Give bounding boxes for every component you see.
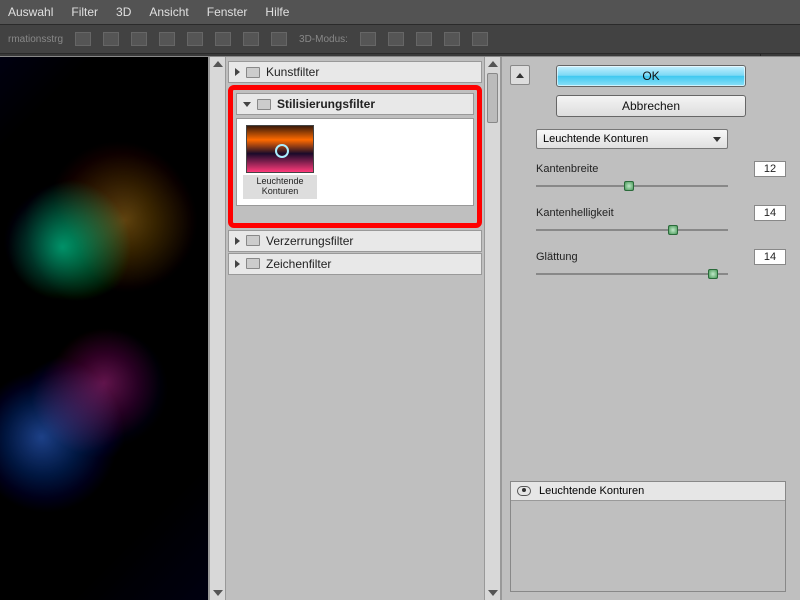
slider-glaettung: Glättung 14 [536,249,786,265]
menu-bar: Auswahl Filter 3D Ansicht Fenster Hilfe [0,0,800,24]
category-label: Zeichenfilter [266,257,331,271]
category-stilisierungsfilter[interactable]: Stilisierungsfilter [236,93,474,115]
menu-fenster[interactable]: Fenster [207,5,248,19]
expand-icon [235,68,240,76]
toolbar-icon[interactable] [360,32,376,46]
category-verzerrungsfilter[interactable]: Verzerrungsfilter [228,230,482,252]
folder-icon [246,235,260,246]
category-label: Verzerrungsfilter [266,234,353,248]
toolbar-icon[interactable] [159,32,175,46]
filter-list-pane: Kunstfilter Stilisierungsfilter Leuchten… [210,57,500,600]
slider-track-glaettung[interactable] [536,269,728,279]
filter-thumbnail-image [246,125,314,173]
toolbar-icon[interactable] [416,32,432,46]
cancel-button[interactable]: Abbrechen [556,95,746,117]
toolbar-icon[interactable] [103,32,119,46]
applied-filter-row[interactable]: Leuchtende Konturen [511,482,785,501]
toolbar-icon[interactable] [472,32,488,46]
slider-label: Glättung [536,251,578,263]
filter-leuchtende-konturen[interactable]: LeuchtendeKonturen [243,125,317,199]
folder-icon [257,99,271,110]
toolbar-icon[interactable] [187,32,203,46]
folder-icon [246,258,260,269]
slider-value-input[interactable]: 14 [754,249,786,265]
category-label: Stilisierungsfilter [277,97,375,111]
toolbar-icon[interactable] [243,32,259,46]
menu-3d[interactable]: 3D [116,5,131,19]
ok-button[interactable]: OK [556,65,746,87]
slider-knob[interactable] [708,269,718,279]
preview-image [0,57,208,600]
slider-track-kantenbreite[interactable] [536,181,728,191]
filter-select-dropdown[interactable]: Leuchtende Konturen [536,129,728,149]
toolbar-label: rmationsstrg [8,34,63,45]
slider-track-kantenhelligkeit[interactable] [536,225,728,235]
category-kunstfilter[interactable]: Kunstfilter [228,61,482,83]
toolbar-3d-label: 3D-Modus: [299,34,348,45]
slider-value-input[interactable]: 12 [754,161,786,177]
applied-filters-empty [511,501,785,591]
filter-thumbnail-label: LeuchtendeKonturen [243,175,317,199]
filter-thumbnails: LeuchtendeKonturen [236,118,474,206]
collapse-icon [243,102,251,107]
toolbar-icon[interactable] [444,32,460,46]
menu-auswahl[interactable]: Auswahl [8,5,53,19]
dropdown-selected: Leuchtende Konturen [543,133,648,145]
toolbar-icon[interactable] [131,32,147,46]
settings-pane: OK Abbrechen Leuchtende Konturen Kantenb… [500,57,800,600]
tutorial-highlight: Stilisierungsfilter LeuchtendeKonturen S… [228,85,482,228]
slider-kantenhelligkeit: Kantenhelligkeit 14 [536,205,786,221]
slider-knob[interactable] [668,225,678,235]
menu-filter[interactable]: Filter [71,5,98,19]
chevron-down-icon [713,137,721,142]
visibility-eye-icon[interactable] [517,486,531,496]
scrollbar[interactable] [484,57,500,600]
category-label: Kunstfilter [266,65,319,79]
toolbar-icon[interactable] [388,32,404,46]
slider-label: Kantenbreite [536,163,598,175]
slider-kantenbreite: Kantenbreite 12 [536,161,786,177]
options-bar: rmationsstrg 3D-Modus: [0,24,800,54]
slider-knob[interactable] [624,181,634,191]
preview-pane[interactable] [0,57,210,600]
slider-label: Kantenhelligkeit [536,207,614,219]
folder-icon [246,67,260,78]
applied-filter-name: Leuchtende Konturen [539,485,644,497]
scrollbar[interactable] [210,57,226,600]
expand-icon [235,260,240,268]
filter-gallery-dialog: Kunstfilter Stilisierungsfilter Leuchten… [0,56,800,600]
toolbar-icon[interactable] [271,32,287,46]
menu-hilfe[interactable]: Hilfe [265,5,289,19]
filter-tree: Kunstfilter Stilisierungsfilter Leuchten… [226,57,484,600]
toolbar-icon[interactable] [75,32,91,46]
applied-filters-box: Leuchtende Konturen [510,481,786,592]
toolbar-icon[interactable] [215,32,231,46]
menu-ansicht[interactable]: Ansicht [149,5,188,19]
slider-value-input[interactable]: 14 [754,205,786,221]
category-zeichenfilter[interactable]: Zeichenfilter [228,253,482,275]
collapse-button[interactable] [510,65,530,85]
expand-icon [235,237,240,245]
